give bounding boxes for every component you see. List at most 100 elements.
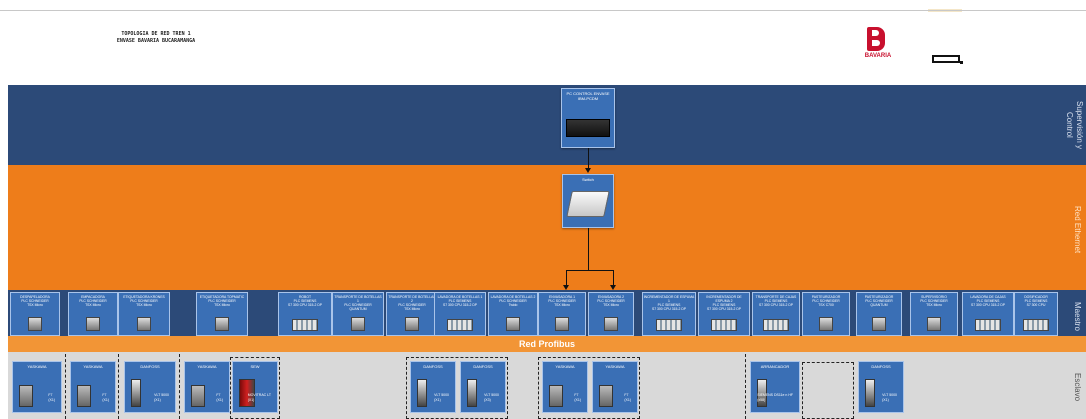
plc-icon xyxy=(215,317,229,331)
pc-switch-link xyxy=(588,148,589,168)
ethernet-band xyxy=(8,165,1086,290)
pc-control-node: PC CONTROL ENVASE IBM-PCDM xyxy=(561,88,615,148)
master-node: PASTEURIZADOR PLC SCHNEIDER TSX C700 xyxy=(802,292,850,336)
master-model: TSX Micro xyxy=(136,303,152,307)
separator-line xyxy=(118,354,119,419)
master-name: TRANSPORTE DE BOTELLAS 2 xyxy=(388,295,436,303)
group-outline xyxy=(406,357,508,419)
slave-brand: YASKAWA xyxy=(83,364,103,369)
plc-icon xyxy=(656,319,682,331)
plc-icon xyxy=(28,317,42,331)
supervision-band xyxy=(8,85,1086,165)
separator-line xyxy=(745,354,746,419)
master-node: INCREMENTADOR DE ESPUMA 2 PLC SIEMENS S7 3… xyxy=(698,292,750,336)
plc-icon xyxy=(927,317,941,331)
master-node: ETIQUETADORA TOPMATIC PLC SCHNEIDER TSX Mi… xyxy=(196,292,248,336)
plc-icon xyxy=(975,319,1001,331)
master-node: TRANSPORTE DE BOTELLAS 1 PLC SCHNEIDER QUA… xyxy=(332,292,384,336)
master-model: TSX Micro xyxy=(85,303,101,307)
master-model: TSX Micro xyxy=(603,303,619,307)
slave-qty: (X1) xyxy=(882,397,889,402)
drive-icon xyxy=(19,385,33,407)
slave-node: YASKAWA F7 (X1) xyxy=(184,361,230,413)
master-model: S7 300 CPU 315-2 DP xyxy=(758,303,794,307)
slave-caption: VLT 5000 (X1) xyxy=(154,393,169,402)
slave-node: YASKAWA F7 (X1) xyxy=(70,361,116,413)
slave-brand: DANFOSS xyxy=(871,364,891,369)
ethernet-label: Red Ethernet xyxy=(1073,206,1082,254)
master-node: INCREMENTADOR DE ESPUMA 1 PLC SIEMENS S7 3… xyxy=(642,292,696,336)
plc-icon xyxy=(555,317,569,331)
plc-icon xyxy=(351,317,365,331)
plc-icon xyxy=(292,319,318,331)
pc-switch-arrow xyxy=(585,168,591,173)
slave-node: DANFOSS VLT 5000 (X1) xyxy=(124,361,176,413)
switch-left-arrow xyxy=(563,285,569,290)
group-outline xyxy=(538,357,640,419)
master-model: S7 300 CPU 315-2 DP xyxy=(706,307,742,311)
plc-icon xyxy=(137,317,151,331)
master-node: ETIQUETADORA KRONES PLC SCHNEIDER TSX Micr… xyxy=(118,292,170,336)
master-model: S7 300 CPU xyxy=(1026,303,1046,307)
slave-node: YASKAWA F7 (X1) xyxy=(12,361,62,413)
slave-brand: ARRANCADOR xyxy=(760,364,790,369)
master-model: TSX Micro xyxy=(554,303,570,307)
switch-split-link xyxy=(566,270,614,271)
plc-icon xyxy=(872,317,886,331)
slave-caption: F7 (X1) xyxy=(216,393,223,402)
slave-qty: (X1) xyxy=(154,397,161,402)
esclavo-label: Esclavo xyxy=(1073,373,1082,402)
master-node: ENVASADORA 1 PLC SCHNEIDER TSX Micro xyxy=(538,292,586,336)
separator-line xyxy=(179,354,180,419)
drive-icon xyxy=(865,379,875,407)
slave-caption: SIEMENS DS11e n HF (x58) xyxy=(757,393,793,402)
bavaria-logo-text: BAVARIA xyxy=(864,53,892,59)
group-outline xyxy=(230,357,280,419)
top-divider xyxy=(0,10,1086,11)
slave-qty: (X1) xyxy=(102,397,109,402)
switch-node: Switch xyxy=(562,174,614,228)
supervision-label: Supervisión y Control xyxy=(1065,100,1084,150)
slave-node: DANFOSS VLT 5000 (X1) xyxy=(858,361,904,413)
plc-icon xyxy=(1023,319,1049,331)
slave-model: VLT 5000 xyxy=(882,393,897,397)
title-line-1: TOPOLOGIA DE RED TREN 1 xyxy=(121,31,191,37)
master-model: S7 300 CPU 315-2 DP xyxy=(970,303,1006,307)
slave-brand: DANFOSS xyxy=(140,364,160,369)
plc-icon xyxy=(506,317,520,331)
separator-line xyxy=(65,354,66,419)
master-node: TRANSPORTE DE CAJAS PLC SIEMENS S7 300 CPU… xyxy=(752,292,800,336)
slave-caption: F7 (X1) xyxy=(48,393,55,402)
master-model: TSX Micro xyxy=(926,303,942,307)
slave-model: SIEMENS DS11e n HF xyxy=(757,393,793,397)
maestro-label: Maestro xyxy=(1073,301,1082,331)
master-node: ENVASADORA 2 PLC SCHNEIDER TSX Micro xyxy=(588,292,634,336)
switch-right-arrow xyxy=(610,285,616,290)
drive-icon xyxy=(77,385,91,407)
switch-down-link xyxy=(588,228,589,270)
master-node: LAVADORA DE BOTELLAS 1 PLC SIEMENS S7 300 … xyxy=(434,292,486,336)
slave-qty: (x58) xyxy=(757,397,766,402)
master-model: S7 300 CPU 315-2 DP xyxy=(651,307,687,311)
plc-icon xyxy=(447,319,473,331)
plc-icon xyxy=(763,319,789,331)
master-model: Twido xyxy=(508,303,518,307)
master-node: LAVADORA DE CAJAS PLC SIEMENS S7 300 CPU 3… xyxy=(962,292,1014,336)
master-model: QUANTUM xyxy=(870,303,888,307)
profibus-band: Red Profibus xyxy=(8,336,1086,352)
slave-caption: F7 (X1) xyxy=(102,393,109,402)
master-node: TRANSPORTE DE BOTELLAS 2 PLC SCHNEIDER TSX… xyxy=(386,292,438,336)
slave-model: VLT 5000 xyxy=(154,393,169,397)
drive-icon xyxy=(191,385,205,407)
plc-icon xyxy=(405,317,419,331)
switch-device-icon xyxy=(566,191,610,217)
master-name: TRANSPORTE DE BOTELLAS 1 xyxy=(334,295,382,303)
slave-brand: YASKAWA xyxy=(27,364,47,369)
slave-caption: VLT 5000 (X1) xyxy=(882,393,897,402)
master-node: LAVADORA DE BOTELLAS 2 PLC SCHNEIDER Twido xyxy=(488,292,538,336)
master-model: S7 300 CPU 315-2 DP xyxy=(442,303,478,307)
plc-icon xyxy=(604,317,618,331)
bavaria-logo: BAVARIA xyxy=(858,27,898,67)
master-model: S7 300 CPU 315-2 DP xyxy=(287,303,323,307)
master-node: EMPACADORA PLC SCHNEIDER TSX Micro xyxy=(68,292,118,336)
